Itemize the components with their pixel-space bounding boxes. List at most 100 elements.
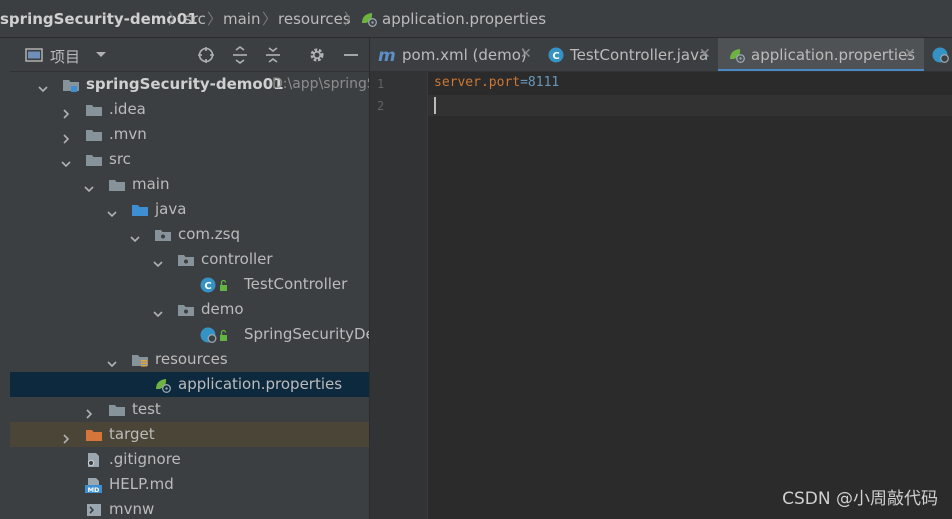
tree-row[interactable]: target	[10, 422, 369, 447]
tree-item-path: D:\app\springSecuri	[272, 76, 369, 92]
source-folder-icon	[131, 202, 149, 218]
tree-item-label: demo	[201, 300, 244, 318]
excluded-folder-icon	[85, 427, 103, 443]
chevron-down-icon[interactable]	[38, 79, 48, 93]
tree-item-label: main	[132, 175, 170, 193]
tree-row[interactable]: .idea	[10, 97, 369, 122]
tab-testcontroller[interactable]: C TestController.java ✕	[542, 38, 718, 71]
breadcrumb-item-file[interactable]: application.properties	[382, 10, 546, 28]
folder-icon	[85, 152, 103, 168]
tab-application-properties[interactable]: application.properties ✕	[718, 38, 924, 71]
maven-icon: m	[378, 46, 396, 66]
tree-row[interactable]: .mvn	[10, 122, 369, 147]
collapse-all-icon[interactable]	[264, 46, 282, 64]
tree-row[interactable]: SpringSecurityDemo0	[10, 322, 369, 347]
breadcrumb-separator: 〉	[168, 10, 184, 28]
tree-item-label: SpringSecurityDemo0	[244, 325, 369, 343]
tab-overflow[interactable]	[926, 38, 952, 71]
gear-icon[interactable]	[308, 46, 326, 64]
tree-item-label: mvnw	[109, 500, 155, 518]
tree-item-label: springSecurity-demo01	[86, 75, 284, 93]
tree-row[interactable]: mvnw	[10, 497, 369, 519]
breadcrumb-separator: 〉	[344, 10, 360, 28]
folder-icon	[85, 102, 103, 118]
java-class-icon: C	[548, 47, 564, 67]
tree-row[interactable]: demo	[10, 297, 369, 322]
chevron-right-icon[interactable]	[61, 429, 71, 444]
tree-row[interactable]: controller	[10, 247, 369, 272]
close-icon[interactable]: ✕	[904, 46, 916, 62]
chevron-down-icon[interactable]	[92, 46, 110, 64]
tree-row[interactable]: java	[10, 197, 369, 222]
tree-item-label: resources	[155, 350, 228, 368]
breadcrumb-item-main[interactable]: main	[223, 10, 260, 28]
tree-row[interactable]: springSecurity-demo01D:\app\springSecuri	[10, 72, 369, 97]
tree-row[interactable]: C TestController	[10, 272, 369, 297]
chevron-down-icon[interactable]	[107, 204, 117, 218]
breadcrumb-item-resources[interactable]: resources	[278, 10, 351, 28]
tree-item-label: .idea	[109, 100, 146, 118]
chevron-right-icon[interactable]	[84, 404, 94, 419]
chevron-down-icon[interactable]	[153, 254, 163, 268]
tree-row[interactable]: src	[10, 147, 369, 172]
spring-properties-icon	[360, 11, 378, 31]
expand-all-icon[interactable]	[231, 46, 249, 64]
tree-item-label: com.zsq	[178, 225, 241, 243]
tree-row[interactable]: .gitignore	[10, 447, 369, 472]
tree-item-label: .mvn	[109, 125, 147, 143]
tree-row[interactable]: application.properties	[10, 372, 369, 397]
package-icon	[177, 302, 195, 318]
code-editor[interactable]	[428, 72, 952, 519]
tab-pom-xml[interactable]: m pom.xml (demo) ✕	[370, 38, 538, 71]
chevron-down-icon[interactable]	[84, 179, 94, 193]
gitignore-file-icon	[85, 452, 103, 468]
property-value: 8111	[527, 75, 560, 90]
caret-line-highlight	[428, 95, 952, 116]
java-class-icon: C	[200, 277, 227, 293]
tree-row[interactable]: resources	[10, 347, 369, 372]
project-panel-header: 项目	[10, 38, 369, 72]
breadcrumb-separator: 〉	[207, 10, 223, 28]
svg-text:C: C	[552, 51, 559, 62]
chevron-down-icon[interactable]	[61, 154, 71, 168]
tree-item-label: controller	[201, 250, 273, 268]
breadcrumb: springSecurity-demo01 〉 src 〉 main 〉 res…	[0, 0, 952, 38]
close-icon[interactable]: ✕	[699, 46, 711, 62]
chevron-right-icon[interactable]	[61, 129, 71, 144]
tab-label: application.properties	[751, 46, 916, 64]
locate-file-icon[interactable]	[197, 46, 215, 64]
svg-text:MD: MD	[88, 486, 100, 493]
module-folder-icon	[62, 77, 80, 93]
tab-label: TestController.java	[570, 46, 709, 64]
minimize-icon[interactable]	[342, 46, 360, 64]
line-number: 2	[377, 99, 385, 113]
tab-label: pom.xml (demo)	[402, 46, 527, 64]
spring-properties-icon	[154, 377, 172, 393]
project-panel-title[interactable]: 项目	[50, 46, 80, 67]
resources-folder-icon	[131, 352, 149, 368]
spring-boot-class-icon	[200, 327, 227, 343]
editor-gutter: 1 2	[370, 72, 428, 519]
chevron-down-icon[interactable]	[153, 304, 163, 318]
close-icon[interactable]: ✕	[520, 46, 532, 62]
chevron-down-icon[interactable]	[107, 354, 117, 368]
tree-row[interactable]: com.zsq	[10, 222, 369, 247]
project-view-icon	[25, 46, 43, 64]
line-number: 1	[377, 77, 385, 91]
tree-item-label: .gitignore	[109, 450, 181, 468]
breadcrumb-item-src[interactable]: src	[184, 10, 206, 28]
package-icon	[154, 227, 172, 243]
project-tree[interactable]: springSecurity-demo01D:\app\springSecuri…	[10, 72, 369, 519]
tree-item-label: TestController	[244, 275, 348, 293]
folder-icon	[108, 402, 126, 418]
property-equals: =	[520, 75, 528, 90]
property-key: server.port	[434, 75, 521, 90]
spring-properties-icon	[728, 47, 746, 67]
tree-row[interactable]: test	[10, 397, 369, 422]
tree-row[interactable]: main	[10, 172, 369, 197]
svg-text:C: C	[204, 281, 211, 292]
tree-row[interactable]: MD HELP.md	[10, 472, 369, 497]
text-caret	[434, 97, 436, 114]
chevron-right-icon[interactable]	[61, 104, 71, 119]
chevron-down-icon[interactable]	[130, 229, 140, 243]
